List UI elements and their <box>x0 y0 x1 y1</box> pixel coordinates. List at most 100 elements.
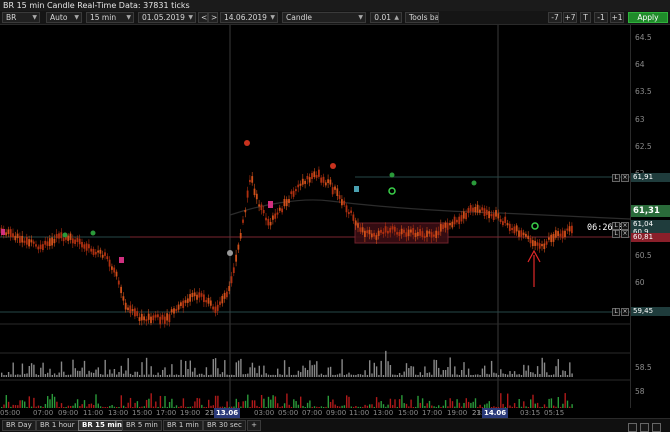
delta-bar <box>260 394 263 408</box>
delta-bar <box>327 395 329 408</box>
zoom-plus7-button[interactable]: +7 <box>563 12 577 23</box>
candle <box>88 244 90 249</box>
volume-bar <box>302 365 304 377</box>
volume-bar <box>37 374 40 377</box>
candle <box>12 233 14 238</box>
candle <box>136 311 139 316</box>
candle <box>288 199 290 204</box>
step-input[interactable]: 0.01 ▲ <box>370 12 402 23</box>
delta-bar <box>456 399 458 408</box>
zoom-minus7-button[interactable]: -7 <box>548 12 562 23</box>
close-window-icon[interactable] <box>628 423 637 432</box>
time-tick: 19:00 <box>180 409 201 417</box>
volume-bar <box>359 374 362 377</box>
price-scale[interactable]: 64.5 64 63.5 63 62.5 62 61 60.5 60 58.5 … <box>630 25 670 410</box>
price-chart[interactable]: 06:26:33 <box>0 25 630 410</box>
candle <box>297 184 300 188</box>
volume-bar <box>387 361 389 377</box>
tab-br-15-min[interactable]: BR 15 min <box>78 420 127 431</box>
prev-button[interactable]: < <box>198 12 208 23</box>
lock-icon[interactable]: L <box>612 174 620 182</box>
volume-bar <box>111 373 113 377</box>
volume-bar <box>548 374 550 377</box>
volume-bar <box>102 374 104 377</box>
volume-bar <box>539 374 541 377</box>
volume-bar <box>249 367 251 377</box>
volume-bar <box>320 373 323 377</box>
delta-bar <box>47 396 49 408</box>
candle <box>5 232 7 236</box>
candle <box>396 232 398 235</box>
close-icon[interactable]: × <box>621 174 629 182</box>
candle <box>53 238 56 244</box>
lock-icon[interactable]: L <box>612 308 620 316</box>
next-button[interactable]: > <box>208 12 218 23</box>
candle <box>423 235 426 239</box>
close-icon[interactable]: × <box>621 222 629 230</box>
close-icon[interactable]: × <box>621 308 629 316</box>
delta-bar <box>214 395 217 408</box>
close-icon[interactable]: × <box>621 230 629 238</box>
candle <box>352 214 355 221</box>
candle <box>373 232 375 237</box>
lock-icon[interactable]: L <box>612 230 620 238</box>
candle <box>253 188 256 196</box>
date-from-field[interactable]: 01.05.2019 ▼ <box>138 12 196 23</box>
tools-bar-button[interactable]: Tools bar <box>405 12 439 23</box>
chart-type-select[interactable]: Candle ▼ <box>282 12 366 23</box>
restore-window-icon[interactable] <box>640 423 649 432</box>
volume-bar <box>150 366 152 377</box>
candle <box>19 235 21 243</box>
chevron-down-icon: ▼ <box>126 14 131 21</box>
candle <box>341 199 343 206</box>
lock-icon[interactable]: L <box>612 222 620 230</box>
mode-select[interactable]: Auto ▼ <box>46 12 82 23</box>
volume-bar <box>557 359 559 377</box>
delta-bar <box>164 396 166 408</box>
candle <box>281 208 283 213</box>
signal-square <box>354 186 359 192</box>
interval-select[interactable]: 15 min ▼ <box>86 12 134 23</box>
candle <box>163 316 166 324</box>
mode-value: Auto <box>50 13 68 22</box>
settings-icon[interactable] <box>652 423 661 432</box>
volume-bar <box>392 374 394 377</box>
signal-square <box>268 201 273 208</box>
volume-bar <box>127 358 129 377</box>
delta-bar <box>148 398 150 408</box>
tab-br-30-sec[interactable]: BR 30 sec <box>203 420 246 431</box>
tab-br-1-hour[interactable]: BR 1 hour <box>36 420 79 431</box>
volume-bar <box>290 374 293 377</box>
candle <box>83 244 86 249</box>
candle <box>508 223 511 231</box>
candle <box>120 286 122 294</box>
zoom-minus1-button[interactable]: -1 <box>594 12 608 23</box>
today-button[interactable]: T <box>580 12 591 23</box>
volume-bar <box>185 360 187 377</box>
volume-bar <box>244 374 247 377</box>
apply-button[interactable]: Apply <box>628 12 668 23</box>
volume-bar <box>235 362 237 377</box>
candle <box>506 223 509 226</box>
chevron-down-icon: ▼ <box>188 14 193 21</box>
candle <box>262 209 265 214</box>
volume-bar <box>451 374 454 377</box>
candle <box>143 316 145 321</box>
candle <box>485 209 488 215</box>
delta-bar <box>295 401 297 408</box>
tab-br-day[interactable]: BR Day <box>2 420 36 431</box>
volume-bar <box>17 374 19 377</box>
volume-bar <box>329 366 332 377</box>
volume-bar <box>440 374 442 377</box>
volume-bar <box>99 374 102 377</box>
candle <box>113 267 116 273</box>
zoom-plus1-button[interactable]: +1 <box>610 12 624 23</box>
candle <box>304 180 306 184</box>
volume-bar <box>90 372 93 377</box>
volume-bar <box>191 371 194 377</box>
date-to-field[interactable]: 14.06.2019 ▼ <box>220 12 278 23</box>
tab-br-1-min[interactable]: BR 1 min <box>163 420 203 431</box>
tab-br-5-min[interactable]: BR 5 min <box>122 420 162 431</box>
add-tab-button[interactable]: + <box>247 420 261 431</box>
symbol-select[interactable]: BR ▼ <box>2 12 40 23</box>
